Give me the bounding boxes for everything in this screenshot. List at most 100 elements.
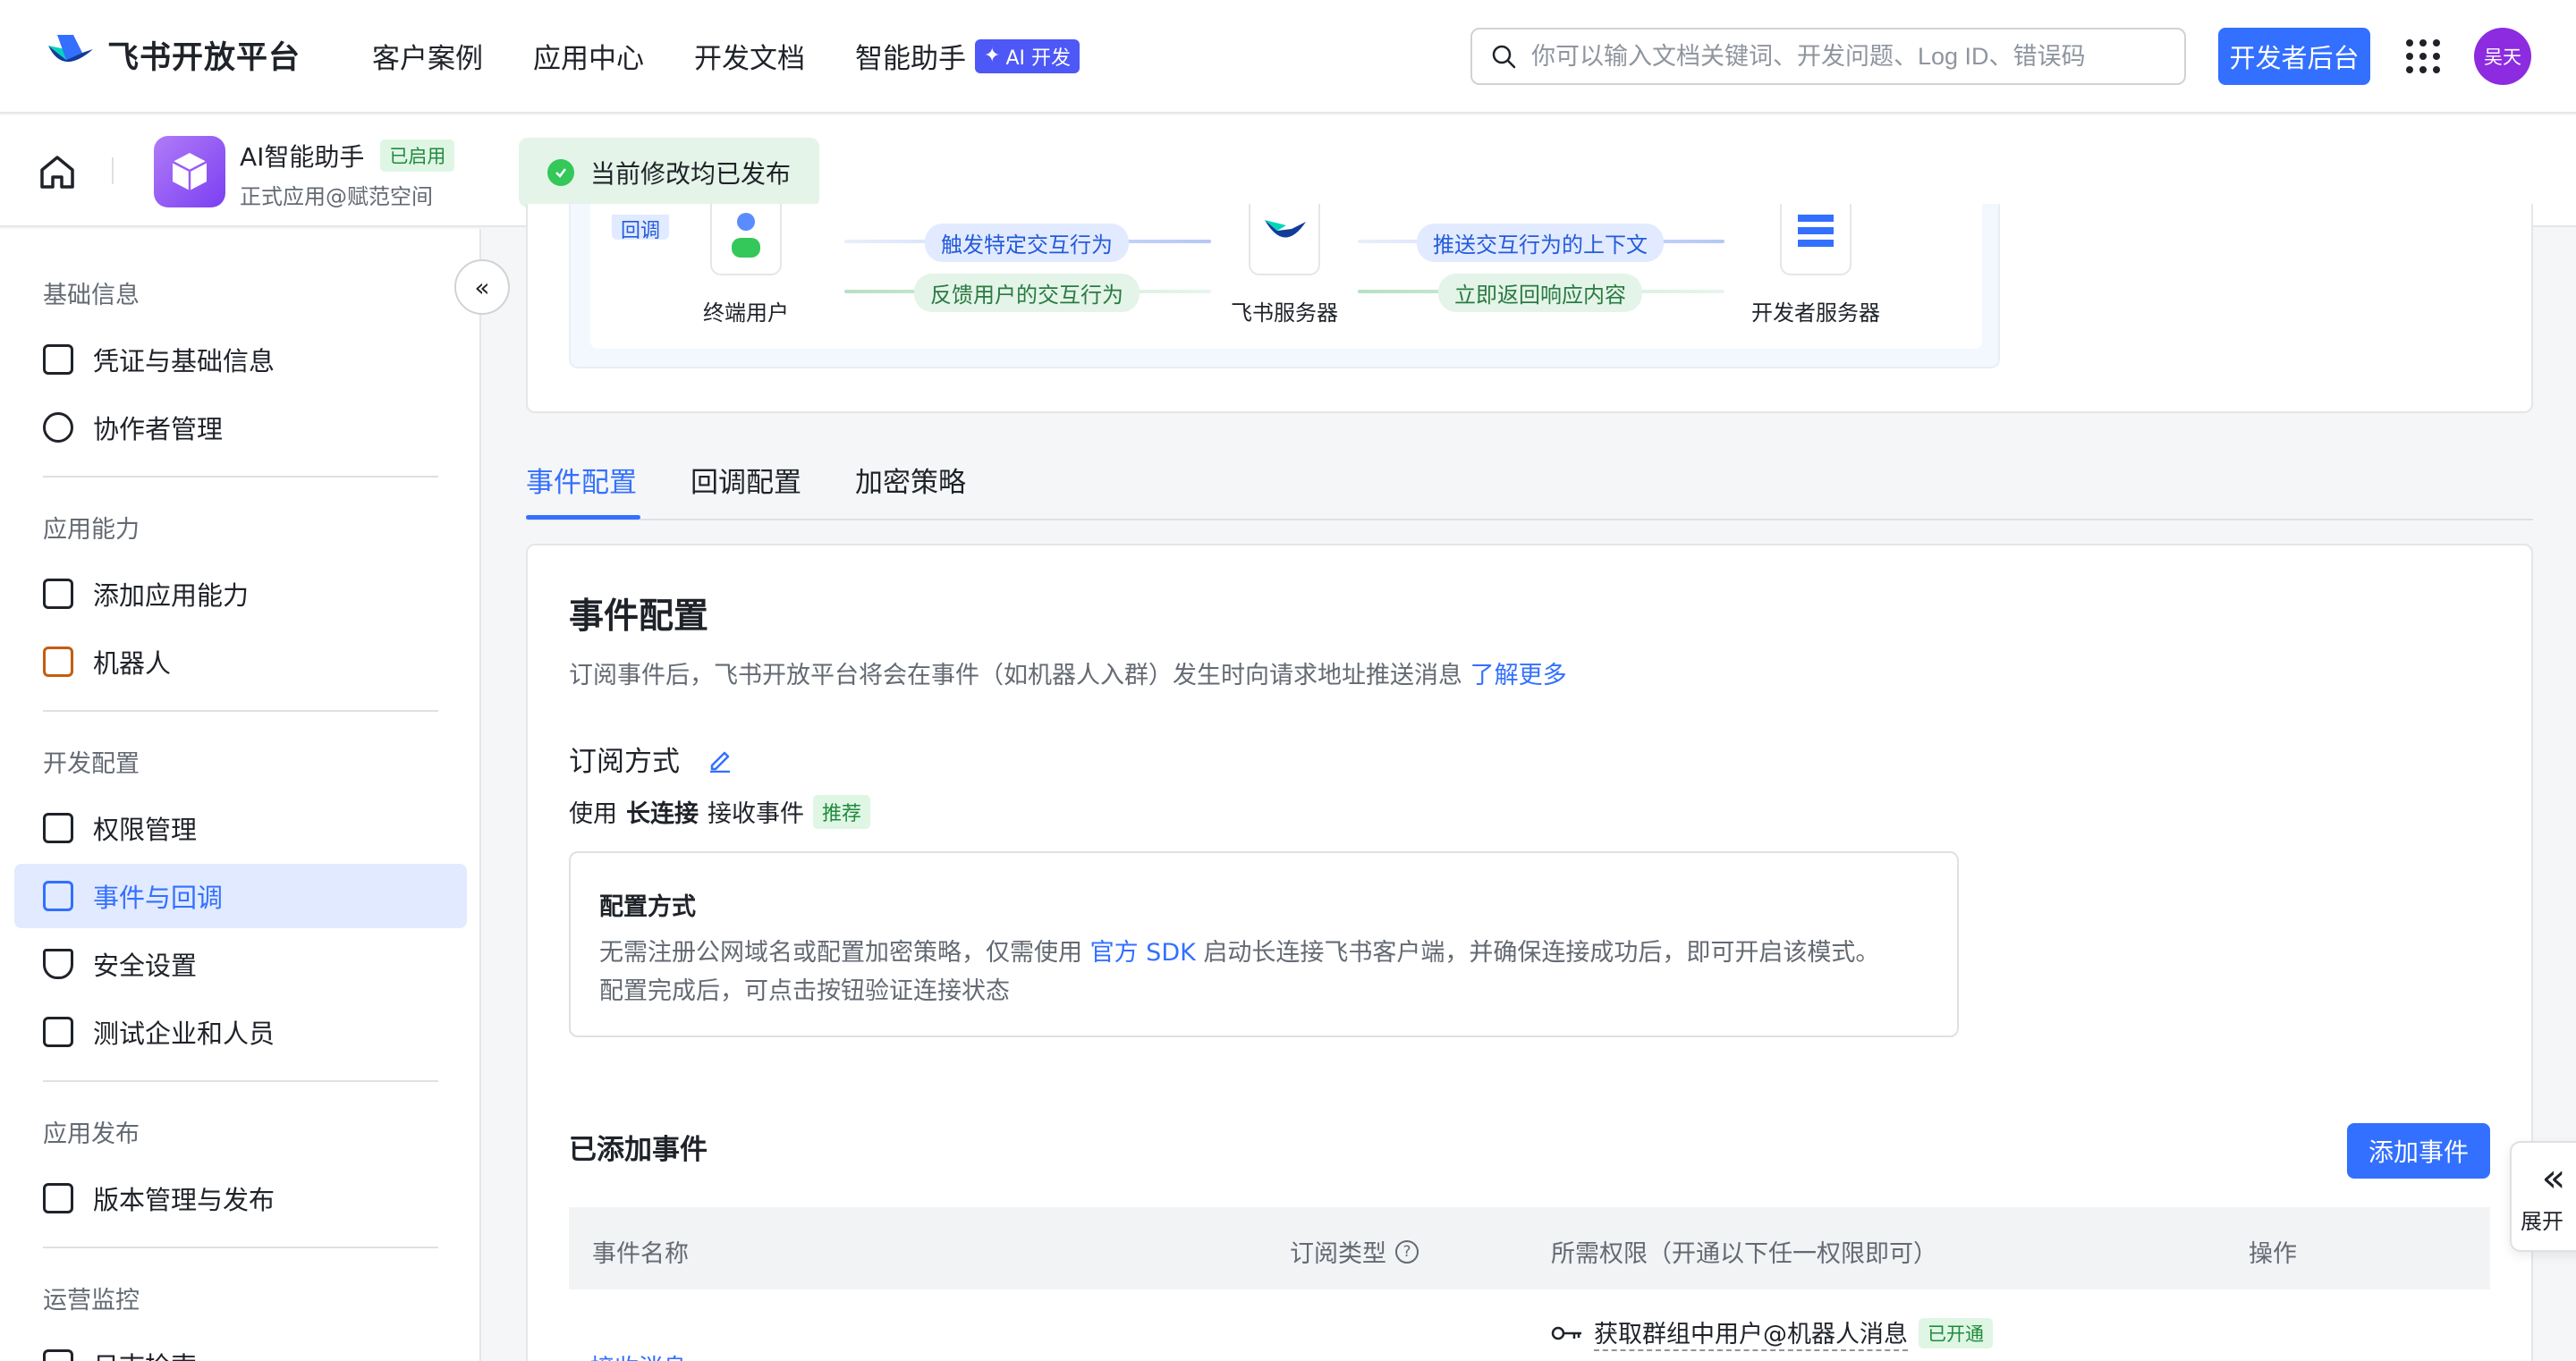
brand-logo[interactable]: 飞书开放平台 [47, 32, 301, 78]
success-check-icon [547, 159, 574, 186]
id-card-icon [43, 344, 73, 375]
user-avatar[interactable]: 吴天 [2474, 28, 2531, 85]
divider [112, 157, 114, 184]
added-events-title: 已添加事件 [569, 1134, 708, 1166]
nav-customer-cases[interactable]: 客户案例 [372, 36, 483, 76]
sidebar-item-versions[interactable]: 版本管理与发布 [14, 1166, 467, 1230]
log-icon [43, 1349, 73, 1361]
callback-badge: 回调 [612, 215, 670, 240]
official-sdk-link[interactable]: 官方 SDK [1090, 939, 1196, 967]
lock-bag-icon [43, 813, 73, 843]
key-icon [1551, 1326, 1581, 1340]
sidebar-item-label: 机器人 [93, 648, 172, 679]
tab-event-config[interactable]: 事件配置 [526, 460, 637, 500]
apps-grid-icon[interactable] [2406, 39, 2440, 73]
search-icon [1492, 45, 1516, 69]
config-method-title: 配置方式 [599, 893, 696, 921]
sub-prefix: 使用 [569, 800, 617, 828]
arrow-label: 反馈用户的交互行为 [914, 274, 1140, 312]
expand-label: 展开 [2521, 1208, 2563, 1234]
col-subscription-type: 订阅类型 ? [1290, 1234, 1419, 1269]
cfg-text-b: 启动长连接飞书客户端，并确保连接成功后，即可开启该模式。 [1203, 939, 1880, 967]
subscription-mode-line: 使用 长连接 接收事件 推荐 [569, 794, 871, 829]
arrow-label: 触发特定交互行为 [925, 224, 1129, 262]
shield-icon [43, 949, 73, 979]
nav-ai-assistant[interactable]: 智能助手 ✦ AI 开发 [855, 36, 1080, 76]
tab-callback-config[interactable]: 回调配置 [691, 460, 801, 500]
publish-status-toast: 当前修改均已发布 [519, 138, 819, 207]
events-table-header [569, 1207, 2490, 1289]
end-user-icon [710, 204, 782, 275]
brand-name: 飞书开放平台 [107, 40, 301, 76]
sidebar-group-title: 基础信息 [43, 282, 140, 309]
sparkle-icon: ✦ [984, 45, 1001, 67]
cfg-text-a: 无需注册公网域名或配置加密策略，仅需使用 [599, 939, 1082, 967]
toast-text: 当前修改均已发布 [590, 159, 792, 189]
section-title: 事件配置 [569, 596, 709, 637]
table-row: 获取群组中用户@机器人消息 已开通 [1551, 1315, 1993, 1351]
sidebar-group-title: 开发配置 [43, 750, 140, 778]
tab-encryption[interactable]: 加密策略 [855, 460, 966, 500]
code-icon [43, 1017, 73, 1047]
sidebar-item-label: 安全设置 [93, 951, 198, 981]
apps-add-icon [43, 579, 73, 609]
sidebar-item-collaborators[interactable]: 协作者管理 [14, 395, 467, 460]
sidebar-divider [43, 1080, 438, 1082]
sidebar-group-title: 应用发布 [43, 1120, 140, 1148]
nav-dev-docs[interactable]: 开发文档 [694, 36, 805, 76]
event-name-link[interactable]: 接收消息 [590, 1348, 687, 1361]
edit-pencil-icon[interactable] [707, 746, 733, 773]
col-actions: 操作 [2249, 1240, 2297, 1268]
chevrons-left-icon: « [2541, 1154, 2566, 1201]
config-method-line-1: 无需注册公网域名或配置加密策略，仅需使用 官方 SDK 启动长连接飞书客户端，并… [599, 933, 1879, 968]
sidebar-group-title: 运营监控 [43, 1287, 140, 1315]
config-method-line-2: 配置完成后，可点击按钮验证连接状态 [599, 977, 1010, 1005]
ai-dev-badge: ✦ AI 开发 [975, 38, 1080, 73]
sidebar-item-security[interactable]: 安全设置 [14, 932, 467, 996]
developer-server-icon [1780, 204, 1852, 275]
feishu-logo-icon [47, 33, 95, 78]
permission-status-badge: 已开通 [1919, 1317, 1993, 1348]
section-description: 订阅事件后，飞书开放平台将会在事件（如机器人入群）发生时向请求地址推送消息 了解… [569, 655, 1567, 690]
app-title: AI智能助手 已启用 [240, 138, 455, 173]
sidebar-item-bot[interactable]: 机器人 [14, 630, 467, 694]
sidebar-item-credentials[interactable]: 凭证与基础信息 [14, 327, 467, 392]
search-input[interactable] [1531, 42, 2157, 71]
subscription-mode-header: 订阅方式 [569, 739, 733, 779]
sidebar-item-permissions[interactable]: 权限管理 [14, 796, 467, 860]
sidebar-item-label: 事件与回调 [93, 883, 224, 913]
app-cube-icon [154, 136, 225, 207]
sidebar-divider [43, 1247, 438, 1248]
collapse-sidebar-icon[interactable]: « [454, 259, 510, 315]
expand-panel-button[interactable]: « 展开 [2510, 1141, 2576, 1252]
permission-name[interactable]: 获取群组中用户@机器人消息 [1594, 1315, 1908, 1351]
sidebar-item-label: 添加应用能力 [93, 580, 250, 611]
nav-app-center[interactable]: 应用中心 [533, 36, 644, 76]
sidebar-divider [43, 710, 438, 712]
col-subscription-type-label: 订阅类型 [1290, 1240, 1386, 1268]
arrow-label: 立即返回响应内容 [1438, 274, 1642, 312]
sidebar-item-label: 版本管理与发布 [93, 1185, 275, 1215]
description-text: 订阅事件后，飞书开放平台将会在事件（如机器人入群）发生时向请求地址推送消息 [569, 662, 1462, 689]
sidebar-item-logs[interactable]: 日志检索 [14, 1332, 467, 1361]
sidebar-item-test-tenants[interactable]: 测试企业和人员 [14, 1000, 467, 1064]
sidebar-item-add-capability[interactable]: 添加应用能力 [14, 562, 467, 626]
tab-active-indicator [526, 515, 640, 520]
app-name: AI智能助手 [240, 142, 365, 172]
app-subtitle: 正式应用@赋范空间 [240, 184, 433, 209]
sidebar-item-label: 权限管理 [93, 815, 198, 845]
col-event-name: 事件名称 [592, 1240, 689, 1268]
developer-console-button[interactable]: 开发者后台 [2218, 28, 2370, 85]
home-icon[interactable] [38, 154, 77, 190]
search-box[interactable] [1470, 28, 2186, 85]
ai-dev-badge-label: AI 开发 [1005, 46, 1071, 70]
feishu-server-icon [1249, 204, 1320, 275]
help-icon[interactable]: ? [1395, 1239, 1419, 1264]
learn-more-link[interactable]: 了解更多 [1470, 662, 1567, 689]
nav-ai-assistant-label: 智能助手 [855, 43, 966, 75]
event-plus-icon [43, 881, 73, 911]
node-feishu-server: 飞书服务器 [1231, 300, 1338, 325]
add-event-button[interactable]: 添加事件 [2347, 1123, 2490, 1179]
recommend-badge: 推荐 [813, 794, 871, 829]
sidebar-item-events[interactable]: 事件与回调 [14, 864, 467, 928]
